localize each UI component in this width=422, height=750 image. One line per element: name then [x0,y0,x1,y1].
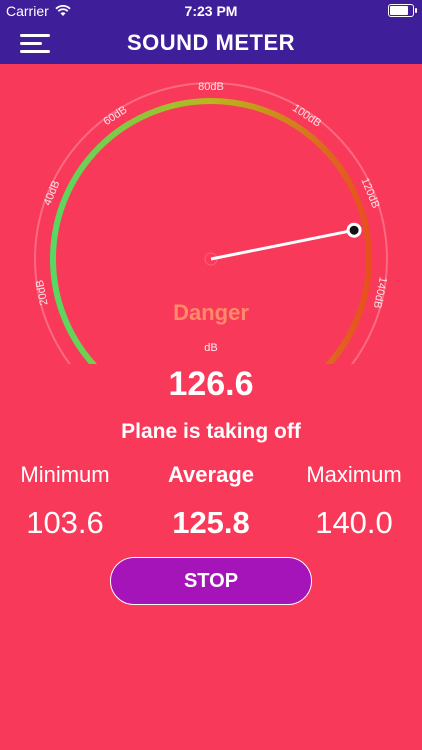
needle-tip [346,222,362,238]
stop-button[interactable]: STOP [110,557,312,605]
battery-icon [388,4,417,17]
status-bar: Carrier 7:23 PM [0,0,422,22]
average-value: 125.8 [172,505,250,540]
tick-label: 40dB [42,179,63,207]
maximum-label: Maximum [306,462,402,487]
header-bar: SOUND METER [0,22,422,64]
tick-label: 80dB [198,81,224,93]
status-time: 7:23 PM [184,3,238,19]
page-title: SOUND METER [126,30,296,55]
battery-fill [390,6,408,15]
minimum-label: Minimum [20,462,110,487]
noise-description: Plane is taking off [121,420,301,443]
maximum-value: 140.0 [315,505,393,540]
status-label: Danger [173,300,249,325]
gauge-needle [210,228,355,261]
minimum-value: 103.6 [26,505,104,540]
average-label: Average [167,462,254,487]
current-reading: 126.6 [168,365,254,403]
unit-label: dB [204,342,218,354]
